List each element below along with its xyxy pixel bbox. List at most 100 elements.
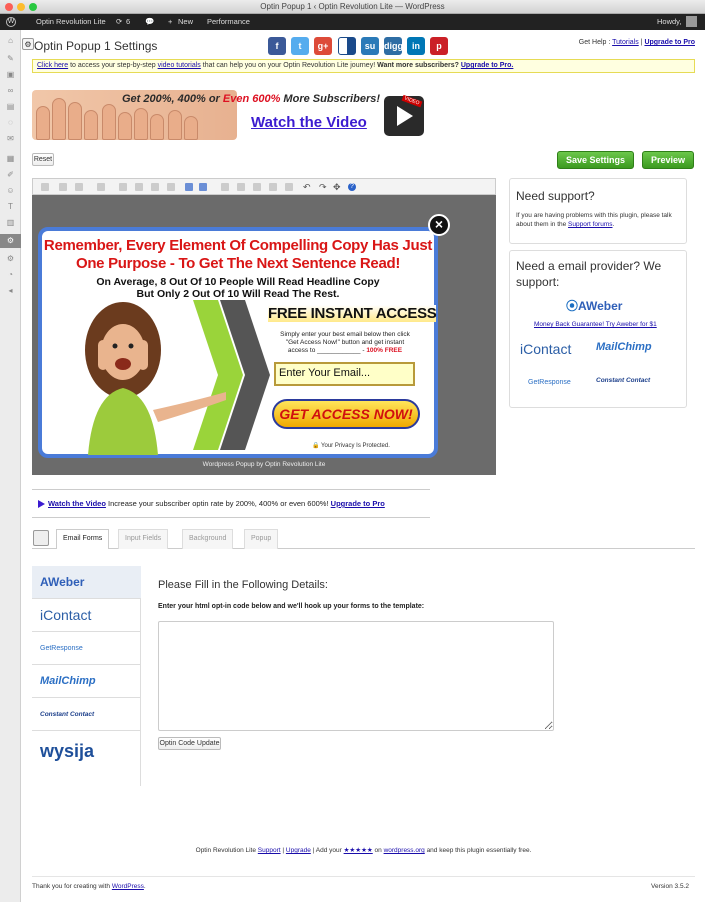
constant-contact-logo: Constant Contact <box>596 377 651 384</box>
media-icon[interactable]: ▣ <box>6 70 15 79</box>
popup-email-input[interactable]: Enter Your Email... <box>274 362 415 386</box>
toolbar-icon[interactable] <box>41 183 49 191</box>
provider-mailchimp[interactable]: MailChimp <box>32 665 141 698</box>
toolbar-icon[interactable] <box>75 183 83 191</box>
gear-icon[interactable]: ⚙ <box>6 254 15 263</box>
toolbar-icon[interactable] <box>221 183 229 191</box>
mail-icon[interactable]: ✉ <box>6 134 15 143</box>
layout-icon[interactable] <box>185 183 193 191</box>
stumbleupon-icon[interactable]: su <box>361 37 379 55</box>
tab-input-fields[interactable]: Input Fields <box>118 529 169 549</box>
footer-stars-link[interactable]: ★★★★★ <box>344 847 373 854</box>
wp-version: Version 3.5.2 <box>651 883 689 890</box>
support-forums-link[interactable]: Support forums <box>568 221 612 228</box>
footer-support-link[interactable]: Support <box>258 847 281 854</box>
tab-background[interactable]: Background <box>182 529 234 549</box>
footer-upgrade-link[interactable]: Upgrade <box>286 847 311 854</box>
popup-headline: Remember, Every Element Of Compelling Co… <box>43 237 433 272</box>
watch-video-link-2[interactable]: Watch the Video <box>48 499 106 508</box>
tab-email-forms[interactable]: Email Forms <box>56 529 110 549</box>
links-icon[interactable]: ∞ <box>6 86 15 95</box>
popup-close-button[interactable]: × <box>428 214 450 236</box>
digg-icon[interactable]: digg <box>384 37 403 55</box>
tutorials-link[interactable]: Tutorials <box>612 39 639 46</box>
provider-icontact[interactable]: iContact <box>32 599 141 632</box>
notice-upgrade-link[interactable]: Upgrade to Pro. <box>461 62 514 69</box>
preview-button[interactable]: Preview <box>642 151 694 169</box>
wordpress-logo-icon[interactable]: W <box>6 17 16 27</box>
aweber-guarantee-link[interactable]: Money Back Guarantee! Try Aweber for $1 <box>534 321 657 328</box>
updates-count[interactable]: 6 <box>126 17 130 26</box>
redo-icon[interactable]: ↷ <box>319 183 327 192</box>
comments-icon[interactable]: 💬 <box>145 17 154 26</box>
toolbar-icon[interactable] <box>285 183 293 191</box>
google-plus-icon[interactable]: g+ <box>314 37 332 55</box>
undo-icon[interactable]: ↶ <box>303 183 311 192</box>
upgrade-link[interactable]: Upgrade to Pro <box>644 39 695 46</box>
toolbar-icon[interactable] <box>59 183 67 191</box>
save-settings-button[interactable]: Save Settings <box>557 151 634 169</box>
plugin-footer: Optin Revolution Lite Support | Upgrade … <box>195 847 532 854</box>
help-icon[interactable]: ? <box>348 183 356 191</box>
optin-code-textarea[interactable] <box>158 621 554 731</box>
provider-wysija[interactable]: wysija <box>32 731 141 771</box>
toolbar-icon[interactable] <box>135 183 143 191</box>
admin-bar-site-name[interactable]: Optin Revolution Lite <box>36 17 106 26</box>
optin-code-update-button[interactable]: Optin Code Update <box>158 737 221 750</box>
toolbar-icon[interactable] <box>119 183 127 191</box>
plugins-icon[interactable]: ✐ <box>6 170 15 179</box>
comments-icon[interactable]: ◌ <box>6 118 15 127</box>
toolbar-icon[interactable] <box>253 183 261 191</box>
notice-text-2: that can help you on your Optin Revoluti… <box>200 62 378 69</box>
upgrade-pro-link-2[interactable]: Upgrade to Pro <box>331 499 385 508</box>
optin-revolution-icon[interactable]: ⚙ <box>0 234 21 248</box>
video-promo-text: Increase your subscriber optin rate by 2… <box>105 499 331 508</box>
linkedin-icon[interactable]: in <box>407 37 425 55</box>
reset-button[interactable]: Reset <box>32 153 54 166</box>
click-here-link[interactable]: Click here <box>37 62 68 69</box>
appearance-icon[interactable]: ▦ <box>6 154 15 163</box>
toolbar-icon[interactable] <box>167 183 175 191</box>
promo-banner[interactable]: Get 200%, 400% or Even 600% More Subscri… <box>32 90 428 140</box>
provider-getresponse[interactable]: GetResponse <box>32 632 141 665</box>
providers-title: Need a email provider? We support: <box>516 259 662 289</box>
dashboard-icon[interactable]: ⌂ <box>6 36 15 45</box>
pages-icon[interactable]: ▤ <box>6 102 15 111</box>
posts-icon[interactable]: ✎ <box>6 54 15 63</box>
provider-aweber[interactable]: AWeber <box>32 566 141 599</box>
tools-icon[interactable]: T <box>6 202 15 211</box>
howdy-text[interactable]: Howdy, <box>657 17 681 26</box>
users-icon[interactable]: ☺ <box>6 186 15 195</box>
updates-icon[interactable]: ⟳ <box>116 17 122 26</box>
provider-constant-contact[interactable]: Constant Contact <box>32 698 141 731</box>
layout-icon[interactable] <box>199 183 207 191</box>
move-icon[interactable]: ✥ <box>333 183 341 192</box>
settings-icon[interactable]: ▥ <box>6 218 15 227</box>
mailchimp-logo: MailChimp <box>596 341 652 353</box>
performance-icon[interactable]: ◔ <box>6 270 15 279</box>
get-access-now-button[interactable]: GET ACCESS NOW! <box>272 399 420 429</box>
toolbar-icon[interactable] <box>237 183 245 191</box>
video-play-icon[interactable]: VIDEO <box>384 94 424 136</box>
wordpress-link[interactable]: WordPress <box>112 883 144 890</box>
delicious-icon[interactable] <box>338 37 356 55</box>
footer-wordpress-org-link[interactable]: wordpress.org <box>384 847 425 854</box>
page-title: Optin Popup 1 Settings <box>34 39 158 53</box>
facebook-icon[interactable]: f <box>268 37 286 55</box>
form-subheading: Enter your html opt-in code below and we… <box>158 603 425 610</box>
collapse-menu-icon[interactable]: ◂ <box>6 286 15 295</box>
avatar[interactable] <box>686 16 697 27</box>
watch-video-link[interactable]: Watch the Video <box>251 114 367 131</box>
twitter-icon[interactable]: t <box>291 37 309 55</box>
video-tutorials-link[interactable]: video tutorials <box>158 62 201 69</box>
toolbar-icon[interactable] <box>151 183 159 191</box>
settings-tabs: Email Forms Input Fields Background Popu… <box>32 529 695 549</box>
pinterest-icon[interactable]: p <box>430 37 448 55</box>
notice-text-1: to access your step-by-step <box>68 62 158 69</box>
performance-menu[interactable]: Performance <box>207 17 250 26</box>
tab-popup[interactable]: Popup <box>244 529 279 549</box>
popup-instructions: Simply enter your best email below then … <box>280 331 410 354</box>
toolbar-icon[interactable] <box>97 183 105 191</box>
toolbar-icon[interactable] <box>269 183 277 191</box>
new-menu[interactable]: New <box>178 17 193 26</box>
